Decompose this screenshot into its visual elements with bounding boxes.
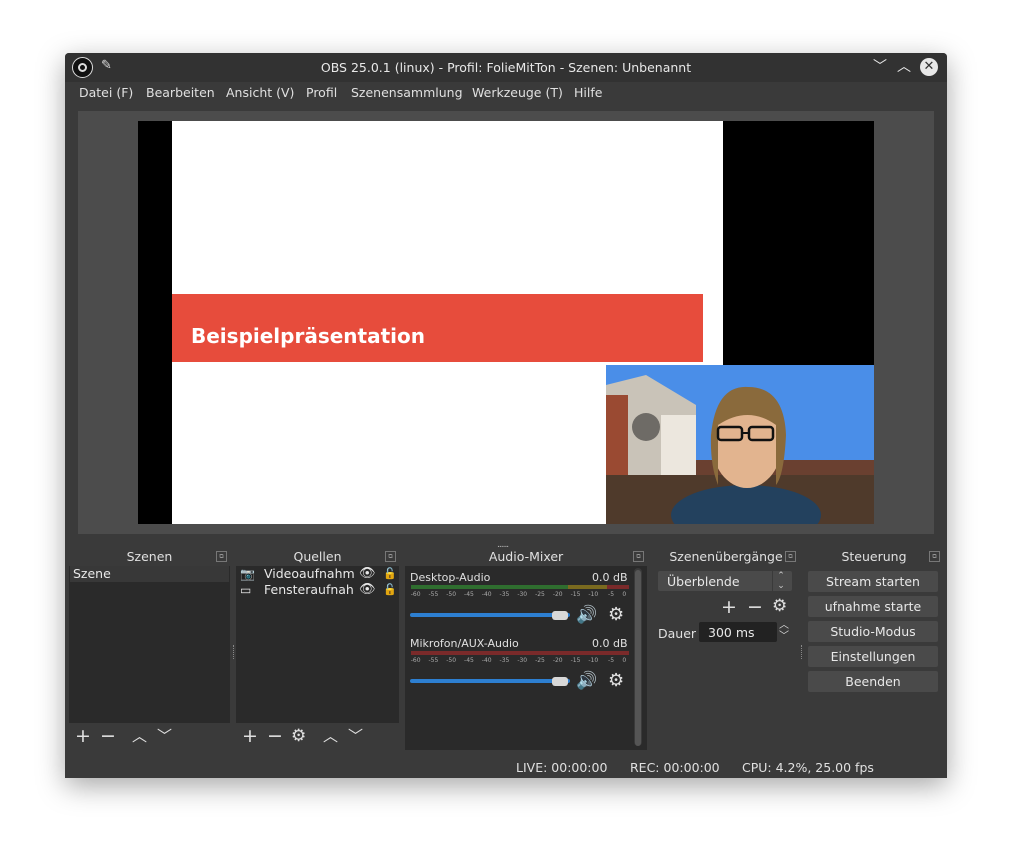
duration-input[interactable]: 300 ms — [699, 622, 777, 642]
menu-hilfe[interactable]: Hilfe — [574, 85, 602, 100]
rec-timer: REC: 00:00:00 — [630, 760, 720, 775]
float-icon[interactable]: ⧉ — [633, 551, 644, 562]
spin-arrows-icon[interactable]: ︿ ﹀ — [779, 620, 789, 642]
maximize-icon[interactable]: ︿ — [897, 58, 911, 76]
transitions-dock: Szenenübergänge ⧉ Überblende ⌃ ⌄ + − ⚙ Da… — [653, 548, 799, 750]
select-arrows-icon[interactable]: ⌃ ⌄ — [772, 571, 789, 591]
obs-window: ✎ OBS 25.0.1 (linux) - Profil: FolieMitT… — [65, 53, 947, 778]
volume-slider-handle[interactable] — [552, 677, 568, 686]
cpu-fps: CPU: 4.2%, 25.00 fps — [742, 760, 874, 775]
float-icon[interactable]: ⧉ — [785, 551, 796, 562]
gear-icon[interactable]: ⚙ — [608, 604, 624, 625]
camera-icon: 📷 — [240, 567, 255, 581]
menu-bar: Datei (F) Bearbeiten Ansicht (V) Profil … — [65, 82, 947, 104]
audio-mixer-dock: Audio-Mixer ⧉ Desktop-Audio 0.0 dB -60 -5… — [405, 548, 647, 750]
source-item[interactable]: 📷 Videoaufnahme 👁 🔓 — [237, 566, 398, 582]
float-icon[interactable]: ⧉ — [929, 551, 940, 562]
start-recording-button[interactable]: ufnahme starte — [808, 596, 938, 617]
scrollbar-handle[interactable] — [635, 570, 641, 746]
controls-dock-title: Steuerung — [805, 548, 943, 566]
float-icon[interactable]: ⧉ — [216, 551, 227, 562]
gear-icon[interactable]: ⚙ — [772, 596, 787, 616]
volume-meter — [411, 651, 629, 655]
speaker-icon[interactable]: 🔊 — [576, 671, 597, 691]
controls-dock: Steuerung ⧉ Stream starten ufnahme start… — [805, 548, 943, 750]
preview-canvas[interactable]: Beispielpräsentation — [138, 121, 874, 524]
duration-label: Dauer — [658, 626, 697, 641]
move-up-icon[interactable]: ︿ — [323, 726, 338, 746]
volume-meter — [411, 585, 629, 589]
volume-slider-handle[interactable] — [552, 611, 568, 620]
menu-szenensammlung[interactable]: Szenensammlung — [351, 85, 463, 100]
channel-name: Desktop-Audio — [410, 571, 491, 584]
scenes-dock-title: Szenen — [69, 548, 230, 566]
move-down-icon[interactable]: ﹀ — [348, 726, 363, 746]
sources-dock-title: Quellen — [236, 548, 399, 566]
remove-icon[interactable]: − — [100, 726, 116, 746]
add-icon[interactable]: + — [75, 726, 91, 746]
window-title: OBS 25.0.1 (linux) - Profil: FolieMitTon… — [320, 60, 692, 75]
window-capture-icon: ▭ — [240, 583, 252, 597]
visibility-eye-icon[interactable]: 👁 — [359, 566, 376, 582]
source-item[interactable]: ▭ Fensteraufnahme 👁 🔓 — [237, 582, 398, 598]
remove-icon[interactable]: − — [267, 726, 283, 746]
menu-profil[interactable]: Profil — [306, 85, 337, 100]
scenes-dock: Szenen ⧉ Szene + − ︿ ﹀ — [69, 548, 230, 750]
preview-area[interactable]: Beispielpräsentation — [78, 111, 934, 534]
sources-dock: Quellen ⧉ 📷 Videoaufnahme 👁 🔓 ▭ Fenstera… — [236, 548, 399, 750]
move-down-icon[interactable]: ﹀ — [157, 726, 172, 746]
close-icon[interactable]: ✕ — [920, 58, 938, 76]
studio-mode-button[interactable]: Studio-Modus — [808, 621, 938, 642]
webcam-video — [606, 365, 874, 524]
menu-datei[interactable]: Datei (F) — [79, 85, 133, 100]
settings-button[interactable]: Einstellungen — [808, 646, 938, 667]
volume-slider[interactable] — [410, 613, 570, 617]
minimize-icon[interactable]: ﹀ — [873, 58, 887, 76]
slide-title: Beispielpräsentation — [191, 324, 425, 348]
add-icon[interactable]: + — [242, 726, 258, 746]
scene-item[interactable]: Szene — [70, 566, 229, 582]
gear-icon[interactable]: ⚙ — [291, 726, 306, 746]
title-bar[interactable]: ✎ OBS 25.0.1 (linux) - Profil: FolieMitT… — [65, 53, 947, 82]
transition-select[interactable]: Überblende ⌃ ⌄ — [658, 571, 792, 591]
move-up-icon[interactable]: ︿ — [132, 726, 147, 746]
source-label: Fensteraufnahme — [264, 582, 354, 597]
duration-value: 300 ms — [708, 625, 755, 640]
source-label: Videoaufnahme — [264, 566, 354, 581]
speaker-icon[interactable]: 🔊 — [576, 605, 597, 625]
start-stream-button[interactable]: Stream starten — [808, 571, 938, 592]
menu-ansicht[interactable]: Ansicht (V) — [226, 85, 294, 100]
channel-name: Mikrofon/AUX-Audio — [410, 637, 519, 650]
menu-werkzeuge[interactable]: Werkzeuge (T) — [472, 85, 563, 100]
scenes-toolbar: + − ︿ ﹀ — [69, 723, 230, 750]
transition-selected: Überblende — [667, 574, 740, 589]
lock-icon[interactable]: 🔓 — [383, 582, 397, 598]
mixer-scrollbar[interactable] — [634, 568, 642, 746]
remove-icon[interactable]: − — [747, 597, 763, 617]
live-timer: LIVE: 00:00:00 — [516, 760, 608, 775]
lock-icon[interactable]: 🔓 — [383, 566, 397, 582]
exit-button[interactable]: Beenden — [808, 671, 938, 692]
transitions-dock-title: Szenenübergänge — [653, 548, 799, 566]
add-icon[interactable]: + — [721, 597, 737, 617]
channel-level: 0.0 dB — [592, 571, 628, 584]
webcam-image — [606, 365, 874, 524]
sources-toolbar: + − ⚙ ︿ ﹀ — [236, 723, 399, 750]
status-bar: LIVE: 00:00:00 REC: 00:00:00 CPU: 4.2%, … — [65, 756, 947, 778]
visibility-eye-icon[interactable]: 👁 — [359, 582, 376, 598]
mixer-dock-title: Audio-Mixer — [405, 548, 647, 566]
dock-resize-handle[interactable] — [801, 645, 804, 659]
float-icon[interactable]: ⧉ — [385, 551, 396, 562]
volume-slider[interactable] — [410, 679, 570, 683]
slide-title-band: Beispielpräsentation — [172, 294, 703, 362]
channel-level: 0.0 dB — [592, 637, 628, 650]
menu-bearbeiten[interactable]: Bearbeiten — [146, 85, 215, 100]
gear-icon[interactable]: ⚙ — [608, 670, 624, 691]
